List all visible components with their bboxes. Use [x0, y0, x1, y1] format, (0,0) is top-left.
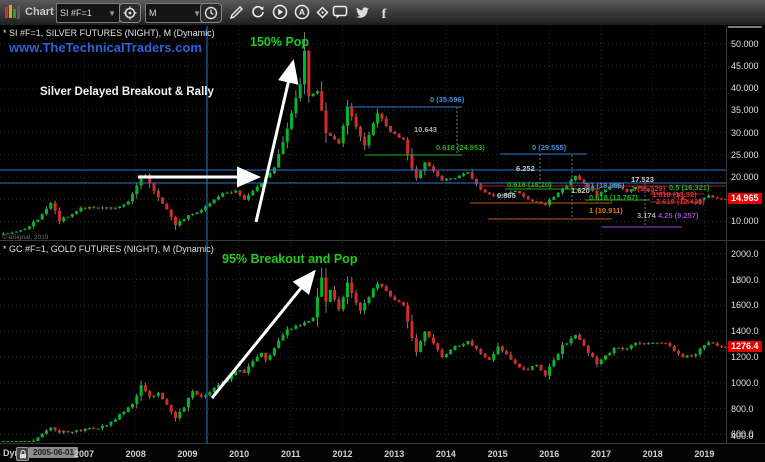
year-tick-label: 2018	[643, 449, 663, 459]
twitter-icon[interactable]	[352, 3, 372, 21]
start-date-badge: 2005-06-01	[29, 447, 78, 458]
esignal-copyright: © eSignal, 2019	[2, 234, 48, 241]
price-tick-label: 50.000	[731, 39, 759, 49]
silver-panel-title: * SI #F=1, SILVER FUTURES (NIGHT), M (Dy…	[3, 28, 215, 38]
cube-icon[interactable]	[312, 3, 332, 21]
watermark-link[interactable]: www.TheTechnicalTraders.com	[9, 40, 202, 55]
price-tick-label: 1800.0	[731, 275, 759, 285]
refresh-icon[interactable]	[248, 3, 268, 21]
time-axis-bar[interactable]: Dyn 2005-06-01 2007200820092010201120122…	[0, 443, 765, 462]
svg-text:f: f	[382, 7, 387, 20]
annotation-arrows	[138, 62, 314, 398]
fib-label: 0.618 (13.767)	[589, 194, 638, 202]
year-tick-label: 2010	[229, 449, 249, 459]
year-tick-label: 2007	[74, 449, 94, 459]
price-tick-label: 1600.0	[731, 300, 759, 310]
gold-annotation: 95% Breakout and Pop	[222, 252, 357, 266]
price-tick-label: 1000.0	[731, 378, 759, 388]
timeframe-dropdown-value: M	[149, 8, 157, 18]
timeframe-dropdown[interactable]: M ▼	[145, 3, 205, 23]
fib-label: 0.865	[497, 192, 516, 200]
price-tick-label: 30.000	[731, 128, 759, 138]
app-logo-icon	[4, 3, 21, 21]
facebook-icon[interactable]: f	[374, 3, 394, 21]
price-axis-divider	[726, 25, 727, 443]
year-tick-label: 2016	[539, 449, 559, 459]
fib-label: 1 (10.911)	[589, 207, 623, 215]
price-tick-label: 25.000	[731, 150, 759, 160]
fib-label: 6.252	[516, 165, 535, 173]
symbol-dropdown-value: SI #F=1	[60, 8, 92, 18]
gold-panel-title: * GC #F=1, GOLD FUTURES (NIGHT), M (Dyna…	[3, 244, 214, 254]
silver-caption: Silver Delayed Breakout & Rally	[40, 86, 214, 98]
price-tick-label: 20.000	[731, 172, 759, 182]
play-icon[interactable]	[270, 3, 290, 21]
fib-label: 10.643	[414, 126, 437, 134]
price-tick-label: 800.0	[731, 404, 754, 414]
pencil-icon[interactable]	[226, 3, 246, 21]
silver-annotation: 150% Pop	[250, 35, 309, 49]
price-tick-label: 40.000	[731, 83, 759, 93]
year-tick-label: 2019	[694, 449, 714, 459]
price-tick-label: 400.0	[731, 431, 754, 441]
year-tick-label: 2017	[591, 449, 611, 459]
year-tick-label: 2012	[332, 449, 352, 459]
fib-label: 0 (29.555)	[532, 144, 566, 152]
symbol-dropdown[interactable]: SI #F=1 ▼	[56, 3, 120, 23]
fib-label: 0 (35.596)	[430, 96, 464, 104]
trading-app-window: { "toolbar": { "app_label": "Chart", "sy…	[0, 0, 765, 461]
price-badge: 1276.4	[728, 341, 762, 352]
fib-label: 0.618 (18.10)	[507, 181, 552, 189]
price-tick-label: 1200.0	[731, 352, 759, 362]
price-tick-label: 2000.0	[731, 249, 759, 259]
year-tick-label: 2013	[384, 449, 404, 459]
app-title: Chart	[25, 6, 54, 18]
lock-icon[interactable]	[16, 447, 29, 461]
candlestick-charts-canvas	[0, 0, 765, 461]
panel-divider	[0, 240, 765, 241]
clock-icon[interactable]	[200, 3, 222, 23]
fib-label: 17.523	[631, 176, 654, 184]
price-tick-label: 1400.0	[731, 326, 759, 336]
year-tick-label: 2011	[281, 449, 301, 459]
fib-label: 3.1 (18.586)	[584, 182, 624, 190]
chevron-down-icon: ▼	[108, 9, 116, 18]
circle-a-icon[interactable]: A	[292, 3, 312, 21]
price-tick-label: 45.000	[731, 61, 759, 71]
price-tick-label: 10.000	[731, 216, 759, 226]
chat-icon[interactable]	[330, 3, 350, 21]
year-tick-label: 2009	[177, 449, 197, 459]
fib-label: 4.25 (9.257)	[658, 212, 698, 220]
gear-icon[interactable]	[119, 3, 141, 23]
price-badge: 14.965	[728, 193, 762, 204]
fib-label: 0.618 (24.953)	[436, 144, 485, 152]
year-tick-label: 2008	[126, 449, 146, 459]
top-toolbar: Chart SI #F=1 ▼ M ▼ A f	[0, 0, 765, 26]
year-tick-label: 2014	[436, 449, 456, 459]
fib-label: 2.618 (12.431)	[656, 198, 705, 206]
fib-label: 3.174	[637, 212, 656, 220]
year-tick-label: 2015	[488, 449, 508, 459]
price-tick-label: 35.000	[731, 105, 759, 115]
svg-text:A: A	[299, 7, 305, 17]
fib-label: 1.620	[571, 187, 590, 195]
